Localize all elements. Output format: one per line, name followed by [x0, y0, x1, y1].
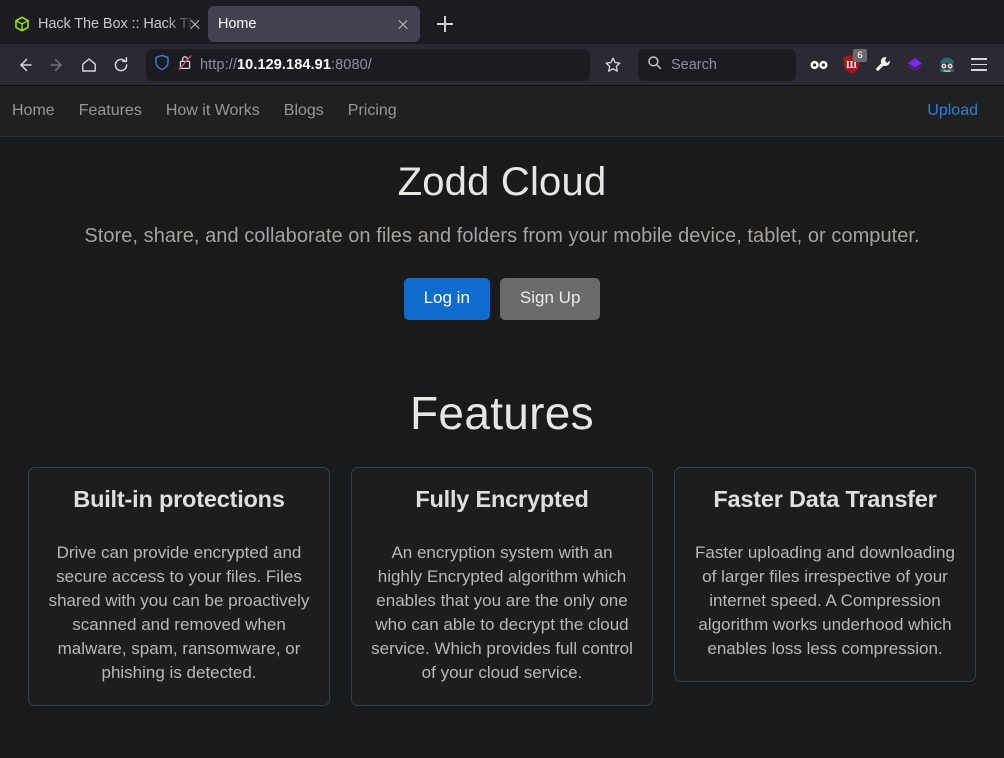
ublock-shield-icon[interactable]: Ш 6 — [836, 48, 867, 80]
search-placeholder: Search — [671, 56, 717, 73]
hacker-avatar-icon[interactable] — [932, 50, 962, 80]
search-icon — [647, 55, 662, 75]
shield-icon[interactable] — [154, 54, 170, 76]
tab-title: Home — [218, 16, 257, 32]
url-text[interactable]: http://10.129.184.91:8080/ — [200, 57, 582, 73]
hero-section: Zodd Cloud Store, share, and collaborate… — [0, 137, 1004, 320]
nav-item-features[interactable]: Features — [71, 94, 150, 128]
hero-button-row: Log in Sign Up — [0, 278, 1004, 320]
hero-subtitle: Store, share, and collaborate on files a… — [84, 225, 920, 247]
home-button[interactable] — [74, 50, 104, 80]
nav-item-pricing[interactable]: Pricing — [340, 94, 405, 128]
htb-cube-icon — [14, 16, 30, 32]
hamburger-menu-icon[interactable] — [964, 50, 994, 80]
tab-close-icon[interactable] — [394, 15, 412, 33]
tab-hack-the-box[interactable]: Hack The Box :: Hack The Box — [4, 6, 208, 42]
svg-text:Ш: Ш — [846, 60, 857, 71]
reload-icon — [114, 56, 128, 71]
nav-item-home[interactable]: Home — [4, 94, 63, 128]
tab-home[interactable]: Home — [208, 6, 420, 42]
bookmark-star-icon[interactable] — [598, 50, 628, 80]
feature-card-fully-encrypted: Fully Encrypted An encryption system wit… — [351, 466, 653, 706]
purple-diamond-icon[interactable] — [900, 50, 930, 80]
feature-card-title: Fully Encrypted — [415, 485, 589, 512]
url-bar[interactable]: http://10.129.184.91:8080/ — [146, 48, 590, 81]
back-button[interactable] — [10, 50, 40, 80]
login-button[interactable]: Log in — [403, 278, 490, 320]
site-nav-links: Home Features How it Works Blogs Pricing — [0, 94, 409, 128]
tab-strip: Hack The Box :: Hack The Box Home — [0, 0, 1004, 44]
feature-card-body: Faster uploading and downloading of larg… — [695, 543, 955, 658]
lock-crossed-icon[interactable] — [177, 54, 193, 76]
tab-close-icon[interactable] — [186, 15, 204, 33]
home-icon — [82, 57, 96, 72]
page-content: Home Features How it Works Blogs Pricing… — [0, 86, 1004, 758]
arrow-left-icon — [20, 58, 32, 71]
site-navbar: Home Features How it Works Blogs Pricing… — [0, 86, 1004, 137]
feature-cards: Built-in protections Drive can provide e… — [0, 466, 1004, 706]
features-heading: Features — [410, 386, 594, 439]
nav-item-upload[interactable]: Upload — [915, 94, 990, 128]
browser-toolbar: http://10.129.184.91:8080/ Search Ш 6 — [0, 44, 1004, 86]
feature-card-faster-data-transfer: Faster Data Transfer Faster uploading an… — [674, 466, 976, 682]
feature-card-built-in-protections: Built-in protections Drive can provide e… — [28, 466, 330, 706]
tab-title: Hack The Box :: Hack The Box — [38, 16, 200, 32]
feature-card-title: Built-in protections — [73, 485, 285, 512]
reload-button[interactable] — [106, 50, 136, 80]
url-host: 10.129.184.91 — [236, 56, 332, 73]
ublock-badge-count: 6 — [853, 48, 867, 62]
feature-card-body: Drive can provide encrypted and secure a… — [48, 543, 310, 682]
infinity-icon[interactable] — [804, 50, 834, 80]
url-port-path: :8080/ — [331, 56, 372, 73]
feature-card-title: Faster Data Transfer — [713, 485, 937, 512]
search-bar[interactable]: Search — [638, 48, 796, 81]
nav-item-how-it-works[interactable]: How it Works — [158, 94, 268, 128]
wrench-icon[interactable] — [868, 50, 898, 80]
feature-card-body: An encryption system with an highly Encr… — [371, 543, 633, 682]
arrow-right-icon — [50, 58, 62, 71]
page-title: Zodd Cloud — [397, 160, 607, 204]
nav-item-blogs[interactable]: Blogs — [276, 94, 332, 128]
new-tab-button[interactable] — [430, 9, 460, 39]
browser-window: Hack The Box :: Hack The Box Home — [0, 0, 1004, 758]
signup-button[interactable]: Sign Up — [499, 278, 601, 320]
forward-button[interactable] — [42, 50, 72, 80]
